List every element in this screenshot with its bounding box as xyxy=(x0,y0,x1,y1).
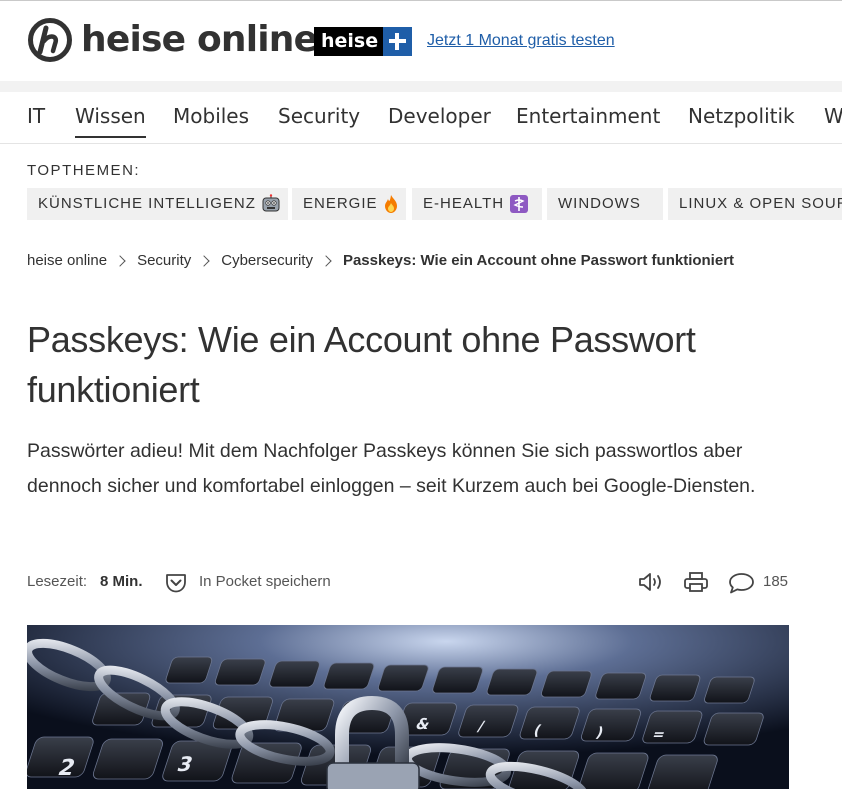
plus-icon xyxy=(383,27,413,56)
nav-item-developer[interactable]: Developer xyxy=(388,104,491,128)
chip-kuenstliche-intelligenz[interactable]: KÜNSTLICHE INTELLIGENZ xyxy=(27,188,288,220)
breadcrumb: heise online Security Cybersecurity Pass… xyxy=(27,252,734,269)
breadcrumb-current: Passkeys: Wie ein Account ohne Passwort … xyxy=(342,252,735,269)
chevron-right-icon xyxy=(320,254,332,267)
heise-plus-badge[interactable]: heise xyxy=(314,27,413,56)
pocket-save-link[interactable]: In Pocket speichern xyxy=(199,573,331,590)
breadcrumb-link-home[interactable]: heise online xyxy=(27,252,107,269)
nav-item-security[interactable]: Security xyxy=(278,104,360,128)
robot-icon xyxy=(261,194,281,214)
medical-icon xyxy=(509,194,529,214)
logo-text: heise online xyxy=(81,19,318,60)
chip-linux-open-source[interactable]: LINUX & OPEN SOUR xyxy=(668,188,842,220)
chip-label: KÜNSTLICHE INTELLIGENZ xyxy=(38,195,256,212)
nav-item-entertainment[interactable]: Entertainment xyxy=(516,104,660,128)
keyboard-chain-lock-image: 2 3 & / ( ) = xyxy=(27,625,789,789)
nav-item-mobiles[interactable]: Mobiles xyxy=(173,104,249,128)
pocket-icon[interactable] xyxy=(164,571,188,595)
chip-windows[interactable]: WINDOWS xyxy=(547,188,663,220)
article-hero-image: 2 3 & / ( ) = xyxy=(27,625,789,789)
readtime-label: Lesezeit: xyxy=(27,573,88,590)
nav-item-it[interactable]: IT xyxy=(27,104,45,128)
heise-logo-icon xyxy=(28,18,72,62)
breadcrumb-link-cybersecurity[interactable]: Cybersecurity xyxy=(221,252,313,269)
article-title: Passkeys: Wie ein Account ohne Passwort … xyxy=(27,319,696,410)
chip-label: LINUX & OPEN SOUR xyxy=(679,195,842,212)
heise-logo[interactable]: heise online xyxy=(27,17,318,63)
article-meta: Lesezeit: 8 Min. In Pocket speichern 185 xyxy=(27,568,789,596)
chip-energie[interactable]: ENERGIE xyxy=(292,188,406,220)
chip-e-health[interactable]: E-HEALTH xyxy=(412,188,542,220)
chip-label: ENERGIE xyxy=(303,195,378,212)
plus-badge-word: heise xyxy=(314,27,384,56)
comment-icon[interactable] xyxy=(728,571,755,595)
breadcrumb-link-security[interactable]: Security xyxy=(137,252,191,269)
topthemen-chips: KÜNSTLICHE INTELLIGENZ ENERGIE E-HEALTH xyxy=(27,188,842,220)
main-nav: IT Wissen Mobiles Security Developer Ent… xyxy=(0,92,842,144)
article-lead: Passwörter adieu! Mit dem Nachfolger Pas… xyxy=(27,440,756,497)
speaker-icon[interactable] xyxy=(637,570,665,594)
header-divider-band xyxy=(0,81,842,92)
chevron-right-icon xyxy=(114,254,126,267)
chip-label: WINDOWS xyxy=(558,195,641,212)
fire-icon xyxy=(383,194,399,214)
nav-item-wissen[interactable]: Wissen xyxy=(75,104,146,138)
comment-count[interactable]: 185 xyxy=(763,573,788,590)
nav-item-more[interactable]: W xyxy=(824,104,842,128)
chevron-right-icon xyxy=(198,254,210,267)
chip-label: E-HEALTH xyxy=(423,195,505,212)
nav-item-netzpolitik[interactable]: Netzpolitik xyxy=(688,104,795,128)
site-header: heise online heise Jetzt 1 Monat gratis … xyxy=(0,1,842,81)
print-icon[interactable] xyxy=(683,570,709,594)
trial-link[interactable]: Jetzt 1 Monat gratis testen xyxy=(427,32,615,50)
topthemen-label: TOPTHEMEN: xyxy=(27,162,141,179)
readtime-value: 8 Min. xyxy=(100,573,143,590)
